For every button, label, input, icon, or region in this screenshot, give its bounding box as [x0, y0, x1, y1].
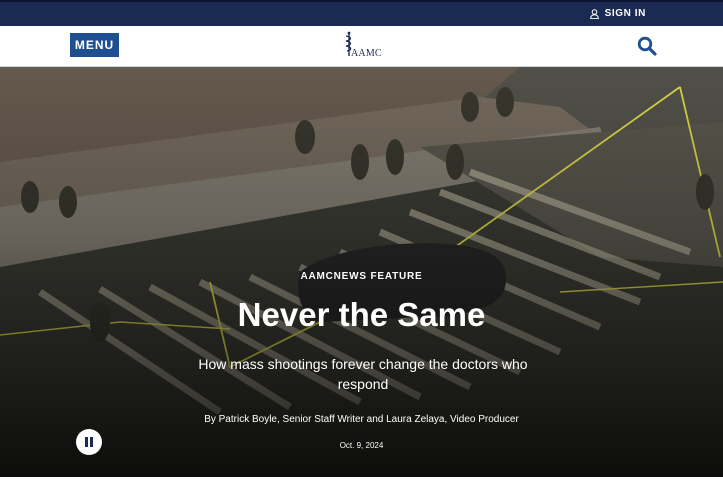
- pause-video-button[interactable]: [76, 429, 102, 455]
- sign-in-link[interactable]: SIGN IN: [589, 8, 646, 19]
- hero-byline: By Patrick Boyle, Senior Staff Writer an…: [204, 414, 519, 425]
- menu-button[interactable]: MENU: [70, 33, 119, 57]
- hero-title: Never the Same: [237, 296, 486, 333]
- pause-icon: [90, 437, 93, 447]
- aamc-logo[interactable]: AAMC: [343, 31, 385, 61]
- main-navbar: MENU AAMC: [0, 26, 723, 67]
- search-icon: [637, 36, 657, 56]
- hero-kicker: AAMCNEWS FEATURE: [300, 271, 423, 282]
- search-button[interactable]: [637, 36, 657, 56]
- top-utility-bar: SIGN IN: [0, 0, 723, 26]
- hero-date: Oct. 9, 2024: [339, 441, 384, 450]
- hero-subtitle: How mass shootings forever change the do…: [198, 356, 528, 392]
- hero-section: AAMCNEWS FEATURE Never the Same How mass…: [0, 67, 723, 477]
- logo-text: AAMC: [351, 48, 382, 59]
- user-icon: [589, 8, 599, 19]
- pause-icon: [85, 437, 88, 447]
- sign-in-label: SIGN IN: [604, 8, 646, 19]
